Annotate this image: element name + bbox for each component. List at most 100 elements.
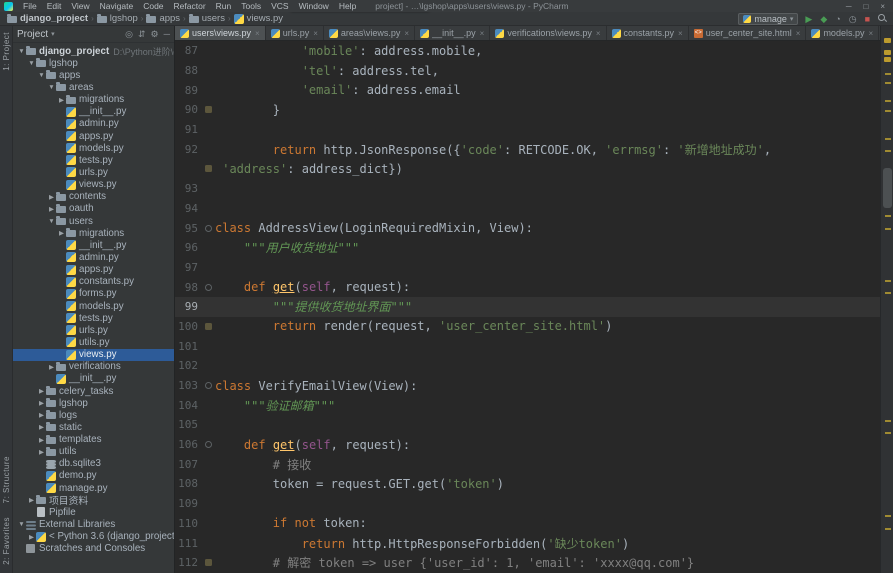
breadcrumb-item-views-py[interactable]: views.py — [231, 13, 286, 24]
fold-marker-icon[interactable] — [202, 382, 215, 390]
code-line-95[interactable]: 95 class AddressView(LoginRequiredMixin, … — [175, 218, 880, 238]
tree-item-logs[interactable]: ▶ logs — [13, 409, 174, 421]
chevron-expanded-icon[interactable]: ▼ — [47, 218, 56, 225]
tab-verifications-views-py[interactable]: verifications\views.py × — [490, 26, 607, 40]
chevron-collapsed-icon[interactable]: ▶ — [47, 193, 56, 201]
tab-close-icon[interactable]: × — [678, 29, 683, 38]
chevron-expanded-icon[interactable]: ▼ — [17, 48, 26, 55]
breadcrumb-item-django-project[interactable]: django_project — [4, 13, 91, 24]
debug-icon[interactable]: ◆ — [820, 14, 827, 24]
tree-item-users[interactable]: ▼ users — [13, 215, 174, 227]
tab-areas-views-py[interactable]: areas\views.py × — [324, 26, 416, 40]
menu-help[interactable]: Help — [334, 1, 361, 11]
tree-item-admin-py[interactable]: admin.py — [13, 118, 174, 130]
close-icon[interactable]: × — [880, 2, 885, 11]
breadcrumb-item-users[interactable]: users — [186, 13, 228, 24]
code-line-112[interactable]: 112 # 解密 token => user {'user_id': 1, 'e… — [175, 553, 880, 573]
collapse-all-icon[interactable]: ⇵ — [138, 29, 146, 40]
search-everywhere-icon[interactable] — [878, 14, 887, 23]
settings-icon[interactable]: ⚙ — [151, 29, 159, 40]
fold-marker-icon[interactable] — [202, 283, 215, 291]
menu-edit[interactable]: Edit — [42, 1, 67, 11]
minimize-icon[interactable]: ─ — [846, 2, 852, 11]
tree-item---init---py[interactable]: __init__.py — [13, 106, 174, 118]
chevron-collapsed-icon[interactable]: ▶ — [47, 363, 56, 371]
toolwindow-favorites-button[interactable]: 2: Favorites — [2, 517, 11, 565]
tab-models-py[interactable]: models.py × — [806, 26, 880, 40]
maximize-icon[interactable]: □ — [863, 2, 868, 11]
menu-window[interactable]: Window — [294, 1, 334, 11]
code-line-88[interactable]: 88 'tel': address.tel, — [175, 61, 880, 81]
chevron-collapsed-icon[interactable]: ▶ — [47, 205, 56, 213]
code-line-91[interactable]: 91 — [175, 120, 880, 140]
tree-item-migrations[interactable]: ▶ migrations — [13, 94, 174, 106]
breadcrumb-item-lgshop[interactable]: lgshop — [94, 13, 141, 24]
code-line-96[interactable]: 96 """用户收货地址""" — [175, 238, 880, 258]
code-line-92[interactable]: 92 return http.JsonResponse({'code': RET… — [175, 139, 880, 159]
tree-item-manage-py[interactable]: manage.py — [13, 482, 174, 494]
breadcrumb-item-apps[interactable]: apps — [143, 13, 183, 24]
menu-file[interactable]: File — [18, 1, 42, 11]
code-line-wrap[interactable]: 'address': address_dict}) — [175, 159, 880, 179]
menu-view[interactable]: View — [66, 1, 94, 11]
tab-urls-py[interactable]: urls.py × — [266, 26, 324, 40]
stop-icon[interactable]: ■ — [865, 14, 870, 24]
code-line-97[interactable]: 97 — [175, 258, 880, 278]
run-configuration-select[interactable]: manage ▾ — [738, 12, 799, 25]
tree-item---Python-3-6--django-project-2K-OfL-[interactable]: ▶ < Python 3.6 (django_project-2K_OfL# — [13, 531, 174, 543]
code-line-106[interactable]: 106 def get(self, request): — [175, 435, 880, 455]
tree-item-lgshop[interactable]: ▼ lgshop — [13, 57, 174, 69]
tab-close-icon[interactable]: × — [313, 29, 318, 38]
gutter-marker-icon[interactable] — [202, 106, 215, 114]
chevron-collapsed-icon[interactable]: ▶ — [57, 229, 66, 237]
code-line-104[interactable]: 104 """验证邮箱""" — [175, 395, 880, 415]
chevron-expanded-icon[interactable]: ▼ — [37, 72, 46, 79]
chevron-expanded-icon[interactable]: ▼ — [47, 84, 56, 91]
gutter-marker-icon[interactable] — [202, 559, 215, 567]
code-line-98[interactable]: 98 def get(self, request): — [175, 277, 880, 297]
fold-marker-icon[interactable] — [202, 441, 215, 449]
tree-item-views-py[interactable]: views.py — [13, 348, 174, 361]
tree-item-Scratches-and-Consoles[interactable]: Scratches and Consoles — [13, 543, 174, 555]
tree-item-contents[interactable]: ▶ contents — [13, 191, 174, 203]
chevron-collapsed-icon[interactable]: ▶ — [57, 96, 66, 104]
code-line-111[interactable]: 111 return http.HttpResponseForbidden('缺… — [175, 533, 880, 553]
scrollbar-thumb[interactable] — [883, 168, 892, 208]
tree-item-areas[interactable]: ▼ areas — [13, 81, 174, 93]
profiler-icon[interactable]: ◷ — [849, 14, 857, 24]
code-line-100[interactable]: 100 return render(request, 'user_center_… — [175, 317, 880, 337]
code-line-94[interactable]: 94 — [175, 199, 880, 219]
coverage-icon[interactable]: ◔ — [835, 14, 840, 24]
tree-item-db-sqlite3[interactable]: db.sqlite3 — [13, 458, 174, 470]
tree-item-tests-py[interactable]: tests.py — [13, 312, 174, 324]
tree-item-admin-py[interactable]: admin.py — [13, 251, 174, 263]
code-line-110[interactable]: 110 if not token: — [175, 514, 880, 534]
tab-constants-py[interactable]: constants.py × — [607, 26, 689, 40]
tree-item-django-project[interactable]: ▼ django_projectD:\Python进阶\django — [13, 45, 174, 57]
code-line-108[interactable]: 108 token = request.GET.get('token') — [175, 474, 880, 494]
tab---init---py[interactable]: __init__.py × — [415, 26, 491, 40]
tree-item-demo-py[interactable]: demo.py — [13, 470, 174, 482]
editor-scrollbar-stripe[interactable] — [880, 26, 893, 573]
tree-item-models-py[interactable]: models.py — [13, 300, 174, 312]
tree-item-External-Libraries[interactable]: ▼ External Libraries — [13, 518, 174, 530]
toolwindow-project-button[interactable]: 1: Project — [2, 32, 11, 71]
tree-item-tests-py[interactable]: tests.py — [13, 154, 174, 166]
tab-close-icon[interactable]: × — [404, 29, 409, 38]
tab-close-icon[interactable]: × — [796, 29, 801, 38]
code-line-109[interactable]: 109 — [175, 494, 880, 514]
tree-item-templates[interactable]: ▶ templates — [13, 434, 174, 446]
menu-tools[interactable]: Tools — [236, 1, 266, 11]
gutter-marker-icon[interactable] — [202, 165, 215, 173]
code-editor[interactable]: 87 'mobile': address.mobile, 88 'tel': ad… — [175, 41, 880, 573]
gutter-marker-icon[interactable] — [202, 322, 215, 330]
tree-item-utils[interactable]: ▶ utils — [13, 446, 174, 458]
tree-item-verifications[interactable]: ▶ verifications — [13, 361, 174, 373]
menu-code[interactable]: Code — [138, 1, 168, 11]
tree-item-----[interactable]: ▶ 项目资料 — [13, 494, 174, 506]
code-line-105[interactable]: 105 — [175, 415, 880, 435]
menu-refactor[interactable]: Refactor — [169, 1, 211, 11]
tab-close-icon[interactable]: × — [480, 29, 485, 38]
chevron-collapsed-icon[interactable]: ▶ — [37, 387, 46, 395]
tree-item---init---py[interactable]: __init__.py — [13, 239, 174, 251]
